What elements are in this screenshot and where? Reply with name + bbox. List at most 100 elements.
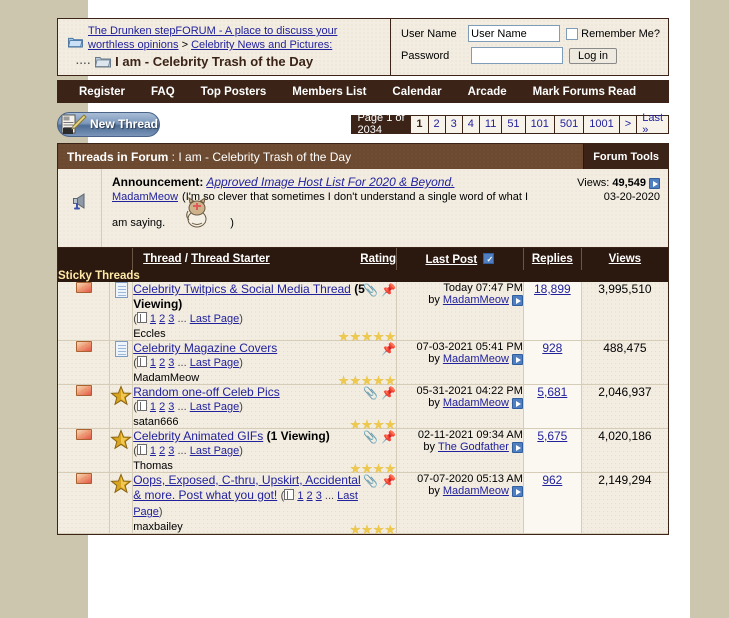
thread-title-line: Celebrity Animated GIFs (1 Viewing) 📎 📌: [133, 429, 396, 444]
thread-last-page-link[interactable]: Last Page: [190, 445, 240, 457]
page-link-3[interactable]: 3: [445, 115, 463, 133]
go-to-last-post-icon[interactable]: [511, 353, 523, 365]
sort-descending-icon[interactable]: ✓: [483, 252, 495, 264]
page-link-1[interactable]: 1: [411, 115, 429, 133]
thread-page-3[interactable]: 3: [168, 357, 174, 369]
page-link-101[interactable]: 101: [525, 115, 555, 133]
remember-me-group[interactable]: Remember Me?: [566, 27, 660, 40]
go-arrow-icon[interactable]: [649, 177, 660, 189]
announcement-line-title: Announcement: Approved Image Host List F…: [112, 175, 660, 189]
nav-item-mark-forums-read[interactable]: Mark Forums Read: [520, 86, 650, 98]
table-row[interactable]: Celebrity Animated GIFs (1 Viewing) 📎 📌 …: [58, 428, 668, 476]
go-to-last-post-icon[interactable]: [511, 397, 523, 409]
thread-page-1[interactable]: 1: [150, 357, 156, 369]
new-thread-label: New Thread: [90, 117, 159, 131]
row-replies-cell: 928: [523, 340, 582, 385]
breadcrumb-link-category[interactable]: Celebrity News and Pictures:: [191, 39, 332, 51]
password-input[interactable]: [471, 47, 563, 64]
thread-page-1[interactable]: 1: [150, 313, 156, 325]
page-link-51[interactable]: 51: [502, 115, 526, 133]
thread-page-2[interactable]: 2: [159, 401, 165, 413]
thread-page-2[interactable]: 2: [159, 313, 165, 325]
table-row[interactable]: Oops, Exposed, C-thru, Upskirt, Accident…: [58, 472, 668, 537]
nav-item-faq[interactable]: FAQ: [138, 86, 188, 98]
thread-last-page-link[interactable]: Last Page: [190, 313, 240, 325]
nav-item-arcade[interactable]: Arcade: [455, 86, 520, 98]
header-rating-link[interactable]: Rating: [360, 253, 396, 265]
announcement-author-link[interactable]: MadamMeow: [112, 191, 178, 203]
replies-link[interactable]: 962: [542, 473, 562, 487]
last-post-author-line: by MadamMeow: [397, 353, 523, 365]
last-post-author-link[interactable]: MadamMeow: [443, 294, 509, 306]
main-navigation: Register FAQ Top Posters Members List Ca…: [57, 80, 669, 103]
row-status-cell: [58, 384, 111, 429]
thread-page-1[interactable]: 1: [150, 445, 156, 457]
header-thread-starter-link[interactable]: Thread Starter: [191, 253, 270, 265]
page-link-2[interactable]: 2: [428, 115, 446, 133]
thread-page-2[interactable]: 2: [159, 445, 165, 457]
page-link-1001[interactable]: 1001: [584, 115, 620, 133]
header-replies-link[interactable]: Replies: [532, 253, 573, 265]
attachment-icon: 📎: [363, 474, 379, 488]
nav-item-members-list[interactable]: Members List: [279, 86, 379, 98]
multipage-icon: [136, 444, 147, 455]
cat-emoticon-icon: [186, 196, 207, 228]
announcement-title-link[interactable]: Approved Image Host List For 2020 & Beyo…: [206, 175, 454, 189]
header-views-link[interactable]: Views: [609, 253, 641, 265]
thread-page-1[interactable]: 1: [150, 401, 156, 413]
replies-link[interactable]: 5,681: [537, 385, 567, 399]
go-to-last-post-icon[interactable]: [511, 485, 523, 497]
table-row[interactable]: Celebrity Magazine Covers 📌 ( 1 2 3 ... …: [58, 340, 668, 388]
remember-me-checkbox[interactable]: [566, 27, 579, 40]
row-thread-cell: Celebrity Animated GIFs (1 Viewing) 📎 📌 …: [132, 428, 398, 476]
header-replies-col: Replies: [523, 248, 582, 270]
last-post-author-link[interactable]: The Godfather: [438, 441, 509, 453]
breadcrumb-separator: >: [181, 39, 188, 51]
last-post-author-line: by MadamMeow: [397, 397, 523, 409]
last-post-author-link[interactable]: MadamMeow: [443, 485, 509, 497]
thread-title-link[interactable]: Celebrity Animated GIFs: [133, 429, 263, 443]
thread-page-1[interactable]: 1: [297, 490, 303, 502]
table-row[interactable]: Celebrity Twitpics & Social Media Thread…: [58, 282, 668, 344]
nav-item-top-posters[interactable]: Top Posters: [188, 86, 280, 98]
page-last-link[interactable]: Last »: [637, 112, 668, 136]
go-to-last-post-icon[interactable]: [511, 441, 523, 453]
pin-icon: 📌: [381, 474, 397, 488]
thread-page-3[interactable]: 3: [168, 313, 174, 325]
login-button[interactable]: Log in: [569, 47, 617, 64]
replies-link[interactable]: 5,675: [537, 429, 567, 443]
thread-page-2[interactable]: 2: [307, 490, 313, 502]
header-last-post-link[interactable]: Last Post: [426, 254, 478, 266]
page-link-4[interactable]: 4: [462, 115, 480, 133]
thread-rating[interactable]: ★★★★★: [133, 329, 396, 344]
replies-link[interactable]: 18,899: [534, 282, 571, 296]
thread-title-link[interactable]: Celebrity Magazine Covers: [133, 341, 277, 355]
username-input[interactable]: [468, 25, 561, 42]
nav-item-calendar[interactable]: Calendar: [379, 86, 454, 98]
row-last-post-cell: 07-03-2021 05:41 PM by MadamMeow: [396, 340, 524, 385]
last-post-author-link[interactable]: MadamMeow: [443, 353, 509, 365]
thread-last-page-link[interactable]: Last Page: [190, 401, 240, 413]
thread-page-2[interactable]: 2: [159, 357, 165, 369]
thread-page-3[interactable]: 3: [168, 401, 174, 413]
header-thread-link[interactable]: Thread: [143, 253, 181, 265]
replies-link[interactable]: 928: [542, 341, 562, 355]
thread-last-page-link[interactable]: Last Page: [190, 357, 240, 369]
row-thread-cell: Oops, Exposed, C-thru, Upskirt, Accident…: [132, 472, 398, 537]
thread-page-3[interactable]: 3: [168, 445, 174, 457]
nav-item-register[interactable]: Register: [66, 86, 138, 98]
go-to-last-post-icon[interactable]: [511, 294, 523, 306]
thread-title-link[interactable]: Celebrity Twitpics & Social Media Thread: [133, 282, 351, 296]
table-row[interactable]: Random one-off Celeb Pics 📎 📌 ( 1 2 3 ..…: [58, 384, 668, 432]
row-views-cell: 2,046,937: [581, 384, 668, 429]
new-thread-button[interactable]: New Thread: [57, 111, 161, 137]
page-link-11[interactable]: 11: [479, 115, 503, 133]
thread-page-3[interactable]: 3: [316, 490, 322, 502]
row-replies-cell: 5,681: [523, 384, 582, 429]
page-next-link[interactable]: >: [619, 115, 638, 133]
last-post-author-link[interactable]: MadamMeow: [443, 397, 509, 409]
forum-tools-button[interactable]: Forum Tools: [583, 144, 668, 169]
page-link-501[interactable]: 501: [554, 115, 585, 133]
folder-icon: [68, 37, 83, 48]
thread-title-link[interactable]: Random one-off Celeb Pics: [133, 385, 280, 399]
